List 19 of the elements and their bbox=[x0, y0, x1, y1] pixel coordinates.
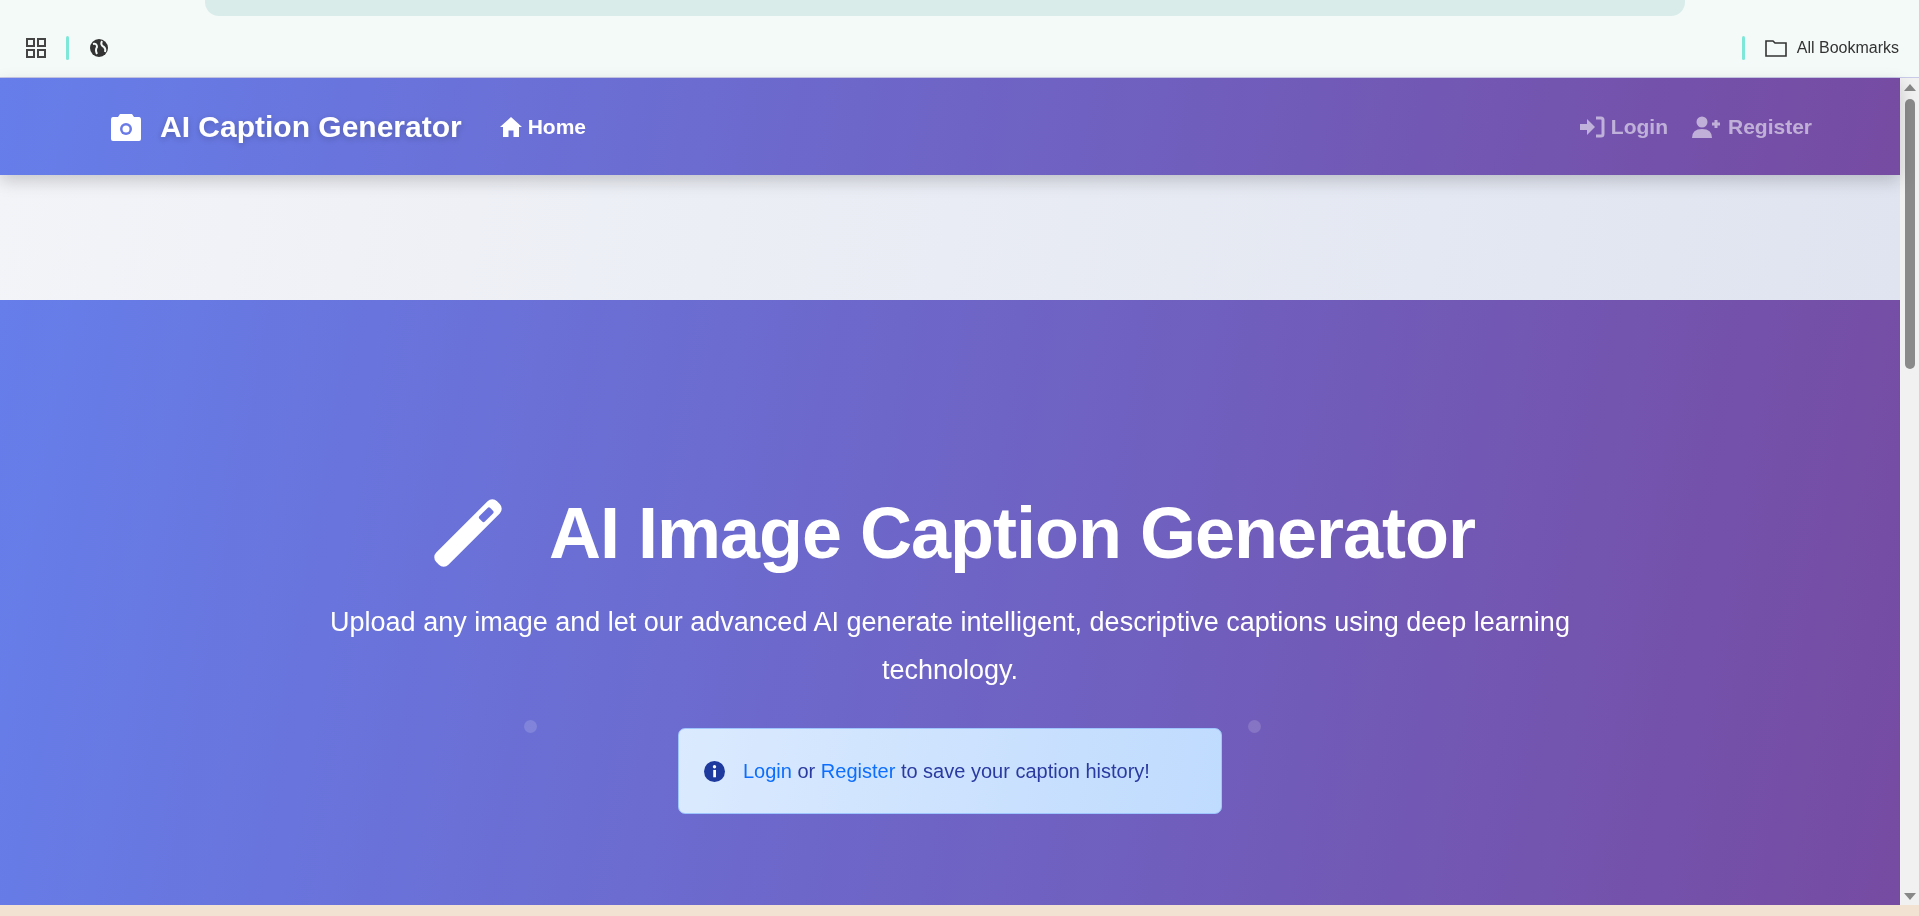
notice-link[interactable]: Register bbox=[820, 759, 896, 782]
login-link[interactable]: Login bbox=[1578, 114, 1668, 139]
login-icon bbox=[1578, 115, 1605, 138]
scrollbar[interactable] bbox=[1900, 78, 1919, 906]
add-user-icon bbox=[1691, 115, 1722, 138]
globe-icon[interactable] bbox=[89, 37, 109, 58]
folder-icon bbox=[1764, 38, 1787, 57]
brand-link[interactable]: AI Caption Generator bbox=[160, 109, 462, 144]
notice-link[interactable]: Login bbox=[743, 759, 792, 782]
notice-text: Login or Register to save your caption history! bbox=[743, 759, 1150, 783]
camera-icon bbox=[110, 111, 142, 142]
apps-grid-icon[interactable] bbox=[26, 37, 46, 58]
register-link[interactable]: Register bbox=[1691, 114, 1812, 139]
hero-subtitle: Upload any image and let our advanced AI generate intelligent, descriptive captions using deep learning technology. bbox=[329, 606, 1571, 687]
bubble-decoration bbox=[1248, 720, 1261, 733]
hero-title: AI Image Caption Generator bbox=[548, 492, 1476, 574]
nav-link[interactable]: Home bbox=[497, 114, 587, 139]
all-bookmarks-button[interactable]: All Bookmarks bbox=[1764, 38, 1899, 57]
info-icon bbox=[704, 760, 725, 782]
